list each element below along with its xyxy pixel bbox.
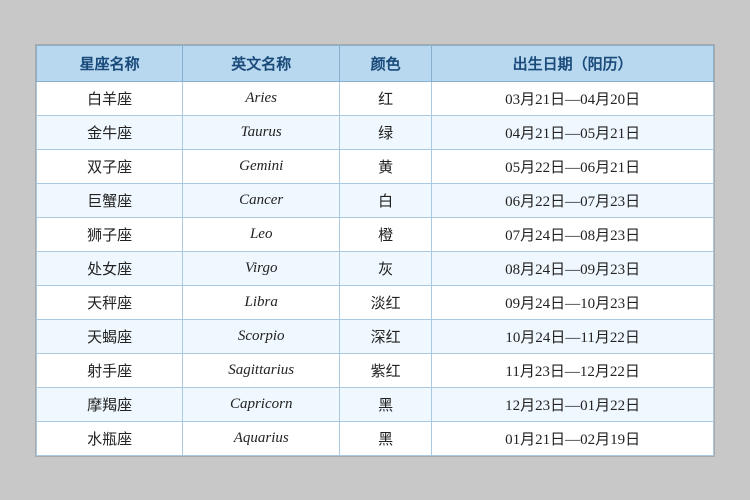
cell-chinese-name: 双子座 <box>37 149 183 183</box>
table-row: 天秤座Libra淡红09月24日—10月23日 <box>37 285 714 319</box>
cell-date: 08月24日—09月23日 <box>432 251 714 285</box>
cell-color: 红 <box>340 81 432 115</box>
cell-color: 灰 <box>340 251 432 285</box>
table-row: 白羊座Aries红03月21日—04月20日 <box>37 81 714 115</box>
cell-chinese-name: 水瓶座 <box>37 421 183 455</box>
cell-chinese-name: 金牛座 <box>37 115 183 149</box>
cell-color: 白 <box>340 183 432 217</box>
table-row: 金牛座Taurus绿04月21日—05月21日 <box>37 115 714 149</box>
table-row: 水瓶座Aquarius黑01月21日—02月19日 <box>37 421 714 455</box>
table-body: 白羊座Aries红03月21日—04月20日金牛座Taurus绿04月21日—0… <box>37 81 714 455</box>
cell-chinese-name: 摩羯座 <box>37 387 183 421</box>
cell-english-name: Gemini <box>183 149 340 183</box>
cell-chinese-name: 天蝎座 <box>37 319 183 353</box>
cell-chinese-name: 天秤座 <box>37 285 183 319</box>
table-row: 双子座Gemini黄05月22日—06月21日 <box>37 149 714 183</box>
table-row: 处女座Virgo灰08月24日—09月23日 <box>37 251 714 285</box>
table-row: 射手座Sagittarius紫红11月23日—12月22日 <box>37 353 714 387</box>
cell-date: 12月23日—01月22日 <box>432 387 714 421</box>
cell-color: 橙 <box>340 217 432 251</box>
header-date: 出生日期（阳历） <box>432 45 714 81</box>
cell-color: 绿 <box>340 115 432 149</box>
cell-color: 黄 <box>340 149 432 183</box>
cell-english-name: Sagittarius <box>183 353 340 387</box>
cell-date: 04月21日—05月21日 <box>432 115 714 149</box>
cell-date: 01月21日—02月19日 <box>432 421 714 455</box>
cell-color: 淡红 <box>340 285 432 319</box>
cell-english-name: Virgo <box>183 251 340 285</box>
cell-english-name: Libra <box>183 285 340 319</box>
cell-english-name: Scorpio <box>183 319 340 353</box>
cell-english-name: Aquarius <box>183 421 340 455</box>
cell-date: 05月22日—06月21日 <box>432 149 714 183</box>
cell-chinese-name: 射手座 <box>37 353 183 387</box>
cell-date: 10月24日—11月22日 <box>432 319 714 353</box>
cell-date: 09月24日—10月23日 <box>432 285 714 319</box>
cell-chinese-name: 白羊座 <box>37 81 183 115</box>
cell-english-name: Capricorn <box>183 387 340 421</box>
cell-date: 11月23日—12月22日 <box>432 353 714 387</box>
cell-date: 07月24日—08月23日 <box>432 217 714 251</box>
cell-chinese-name: 处女座 <box>37 251 183 285</box>
cell-date: 06月22日—07月23日 <box>432 183 714 217</box>
cell-color: 黑 <box>340 387 432 421</box>
cell-english-name: Leo <box>183 217 340 251</box>
cell-english-name: Aries <box>183 81 340 115</box>
header-color: 颜色 <box>340 45 432 81</box>
cell-color: 紫红 <box>340 353 432 387</box>
cell-english-name: Cancer <box>183 183 340 217</box>
zodiac-table: 星座名称 英文名称 颜色 出生日期（阳历） 白羊座Aries红03月21日—04… <box>36 45 714 456</box>
table-row: 天蝎座Scorpio深红10月24日—11月22日 <box>37 319 714 353</box>
cell-chinese-name: 巨蟹座 <box>37 183 183 217</box>
table-row: 狮子座Leo橙07月24日—08月23日 <box>37 217 714 251</box>
cell-color: 黑 <box>340 421 432 455</box>
cell-chinese-name: 狮子座 <box>37 217 183 251</box>
table-row: 巨蟹座Cancer白06月22日—07月23日 <box>37 183 714 217</box>
table-header-row: 星座名称 英文名称 颜色 出生日期（阳历） <box>37 45 714 81</box>
zodiac-table-container: 星座名称 英文名称 颜色 出生日期（阳历） 白羊座Aries红03月21日—04… <box>35 44 715 457</box>
cell-color: 深红 <box>340 319 432 353</box>
header-english-name: 英文名称 <box>183 45 340 81</box>
header-chinese-name: 星座名称 <box>37 45 183 81</box>
table-row: 摩羯座Capricorn黑12月23日—01月22日 <box>37 387 714 421</box>
cell-english-name: Taurus <box>183 115 340 149</box>
cell-date: 03月21日—04月20日 <box>432 81 714 115</box>
